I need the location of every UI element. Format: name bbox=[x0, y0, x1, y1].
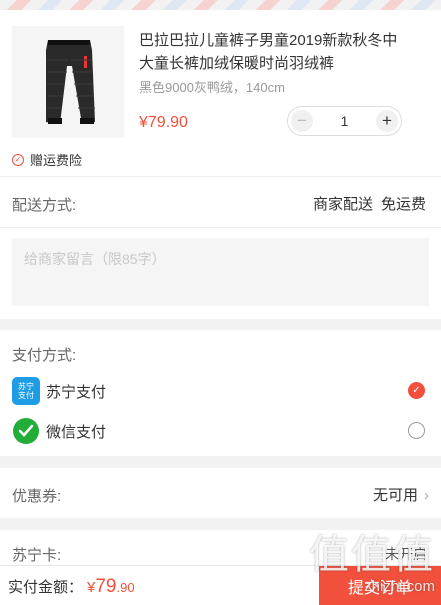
coupon-label: 优惠券: bbox=[12, 488, 62, 505]
payment-option-suning[interactable]: 苏宁 支付 苏宁支付 ✓ bbox=[12, 376, 429, 406]
delivery-method: 商家配送 bbox=[312, 196, 373, 213]
payment-section: 支付方式: 苏宁 支付 苏宁支付 ✓ 微信支付 bbox=[0, 330, 441, 456]
product-thumbnail[interactable] bbox=[12, 26, 124, 138]
total-amount: 实付金额： ¥79.90 bbox=[8, 576, 135, 598]
seller-message-input[interactable]: 给商家留言（限85字） bbox=[12, 238, 429, 306]
increase-button[interactable]: + bbox=[375, 110, 398, 132]
product-name[interactable]: 巴拉巴拉儿童裤子男童2019新款秋冬中大童长裤加绒保暖时尚羽绒裤 bbox=[139, 29, 399, 75]
suning-pay-icon: 苏宁 支付 bbox=[12, 377, 40, 405]
site-watermark: 值值值 zhizhi.com bbox=[309, 522, 435, 595]
quantity-value[interactable]: 1 bbox=[341, 113, 349, 129]
pants-image bbox=[46, 40, 95, 124]
payment-label: 支付方式: bbox=[12, 347, 77, 364]
suning-card-label: 苏宁卡: bbox=[12, 547, 62, 564]
product-spec: 黑色9000灰鸭绒，140cm bbox=[139, 80, 285, 95]
coupon-row[interactable]: 优惠券: 无可用 › bbox=[0, 468, 441, 518]
envelope-stripe bbox=[0, 0, 441, 10]
chevron-right-icon: › bbox=[424, 487, 429, 504]
check-circle-icon: ✓ bbox=[12, 153, 24, 166]
message-section: 给商家留言（限85字） bbox=[0, 227, 441, 319]
decrease-button[interactable]: − bbox=[291, 110, 313, 132]
watermark-url: zhizhi.com bbox=[364, 578, 435, 595]
delivery-row[interactable]: 配送方式: 商家配送 免运费 bbox=[0, 176, 441, 227]
delivery-label: 配送方式: bbox=[12, 197, 77, 214]
delivery-fee: 免运费 bbox=[380, 196, 426, 213]
total-label: 实付金额： bbox=[8, 579, 84, 596]
wechat-pay-icon bbox=[12, 417, 40, 445]
total-price: ¥79.90 bbox=[87, 576, 135, 597]
price-decimal: .90 bbox=[116, 580, 135, 595]
watermark-logo: 值值值 bbox=[309, 532, 435, 578]
shipping-insurance: ✓ 赠运费险 bbox=[12, 150, 82, 169]
payment-option-label: 微信支付 bbox=[46, 423, 107, 441]
payment-option-label: 苏宁支付 bbox=[46, 383, 107, 401]
radio-unselected-icon[interactable] bbox=[408, 422, 425, 439]
coupon-value: 无可用 bbox=[372, 487, 418, 504]
delivery-value: 商家配送 免运费 bbox=[313, 193, 426, 214]
insurance-label: 赠运费险 bbox=[30, 153, 83, 168]
radio-selected-icon[interactable]: ✓ bbox=[408, 382, 425, 399]
payment-option-wechat[interactable]: 微信支付 bbox=[12, 416, 429, 446]
quantity-stepper: − 1 + bbox=[287, 106, 402, 136]
product-card: 巴拉巴拉儿童裤子男童2019新款秋冬中大童长裤加绒保暖时尚羽绒裤 黑色9000灰… bbox=[0, 10, 441, 176]
product-price: ¥79.90 bbox=[139, 114, 188, 131]
coupon-value-wrap: 无可用 › bbox=[373, 484, 429, 505]
price-integer: 79 bbox=[95, 576, 117, 597]
